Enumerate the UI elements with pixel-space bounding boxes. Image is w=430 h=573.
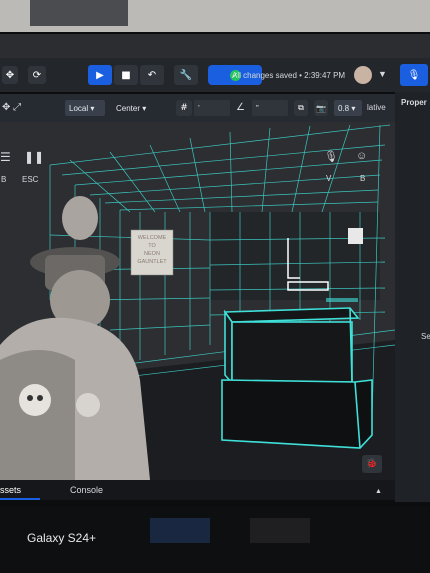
properties-panel: Proper Se [395,92,430,502]
properties-title: Proper [401,98,427,107]
collapse-icon[interactable]: ▲ [375,488,382,495]
chevron-down-icon[interactable]: ▼ [378,69,387,79]
scale-icon[interactable]: ⧉ [294,100,308,116]
main-toolbar: ✥ ⟳ ▶ ■ ↶ 🔧 ✓ All changes saved • 2:39:4… [0,58,430,92]
space-select[interactable]: Local ▾ [65,100,105,116]
active-tab-indicator [0,498,40,500]
mic-off-icon: 🎙 [407,69,421,81]
mic-off-button[interactable]: 🎙 [400,64,428,86]
grid-snap-icon[interactable]: # [176,100,192,116]
save-status-text: All changes saved • 2:39:47 PM [232,71,346,80]
mic-off-scene-icon[interactable]: 🎙 [324,150,338,163]
play-icon: ▶ [96,69,104,81]
emote-icon[interactable]: ☺ [356,150,367,162]
esc-key-label: ESC [22,175,39,184]
bug-icon[interactable]: 🐞 [362,455,382,473]
angle-input[interactable]: ” [252,100,288,116]
undo-icon: ↶ [147,69,157,81]
tab-console[interactable]: Console [70,485,103,495]
monitor-bezel [0,34,430,58]
b-scene-key-label: B [360,174,366,183]
move-icon[interactable]: ✥ [2,66,18,84]
panel-letter: Se [421,332,430,341]
scale-select[interactable]: 0.8 ▾ [334,100,362,116]
stop-button[interactable]: ■ [114,65,138,85]
camera-icon[interactable]: 📷 [314,100,328,116]
v-key-label: V [326,174,332,183]
welcome-sign: WELCOME TO NEON GAUNTLET [137,235,167,265]
wrench-button[interactable]: 🔧 [174,65,198,85]
tab-assets[interactable]: ssets [0,485,21,495]
menu-icon[interactable]: ☰ [0,150,11,164]
device-watermark: Galaxy S24+ [27,531,97,545]
refresh-icon[interactable]: ⟳ [28,66,46,84]
bottom-tabs: ssets Console ▲ [0,480,395,500]
snap-input[interactable]: ’ [194,100,230,116]
gizmo-icon[interactable]: ✥ ⤢ [2,102,21,113]
pause-icon[interactable]: ❚❚ [24,150,44,164]
stop-icon: ■ [121,69,131,81]
wrench-icon: 🔧 [179,69,193,81]
relative-label: lative [367,103,386,112]
avatar[interactable] [354,66,372,84]
pivot-select[interactable]: Center ▾ [112,100,156,116]
undo-button[interactable]: ↶ [140,65,164,85]
transform-toolbar: ✥ ⤢ Local ▾ Center ▾ # ’ ∠ ” ⧉ 📷 0.8 ▾ l… [0,94,395,122]
play-button[interactable]: ▶ [88,65,112,85]
b-key-label: B [1,175,7,184]
angle-icon: ∠ [236,102,245,113]
